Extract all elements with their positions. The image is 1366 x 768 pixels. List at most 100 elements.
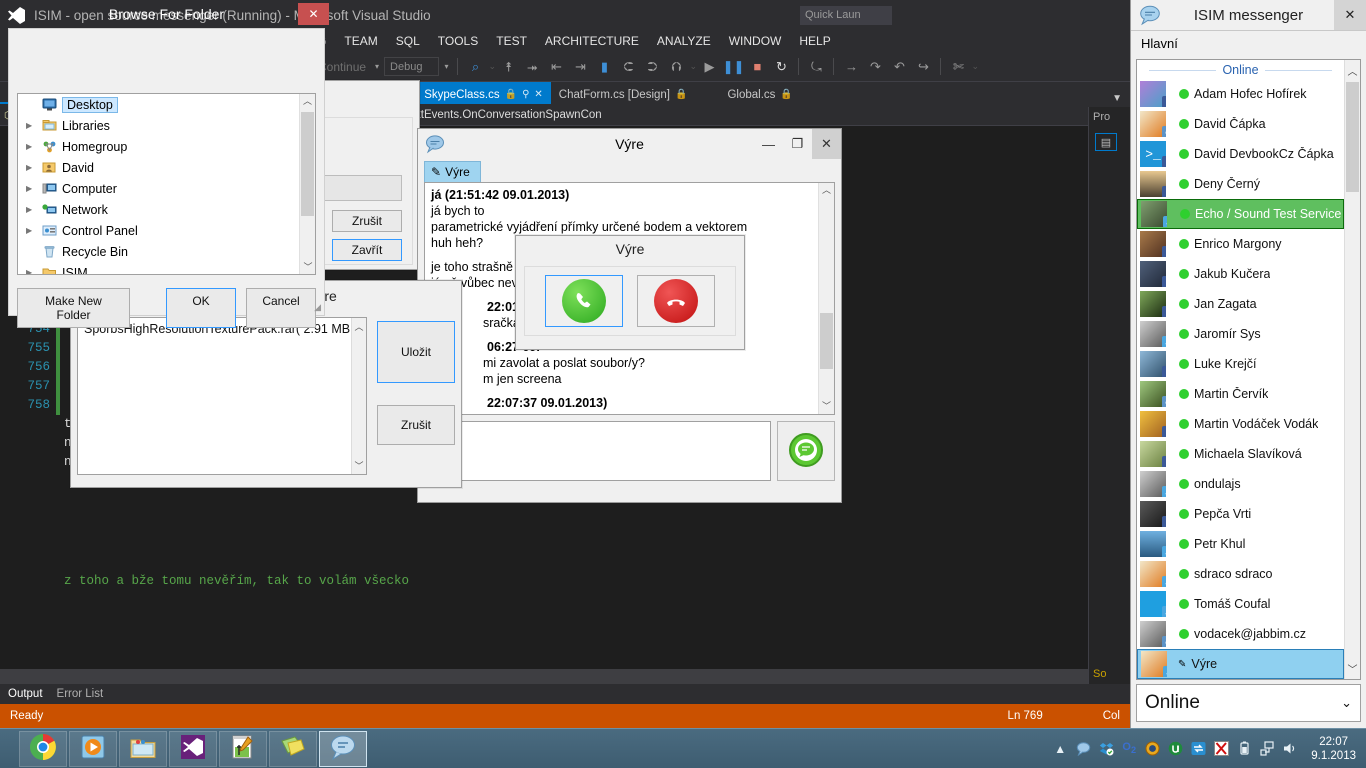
next-bookmark-icon[interactable]: ⮊ xyxy=(641,56,663,78)
isim-tab-hlavni[interactable]: Hlavní xyxy=(1141,36,1178,51)
taskbar-chrome-button[interactable] xyxy=(19,730,67,767)
incoming-list-scrollbar[interactable]: ︿ ﹀ xyxy=(351,318,366,474)
taskbar-clock[interactable]: 22:07 9.1.2013 xyxy=(1305,735,1356,763)
isim-contact-list[interactable]: Online f Adam Hofec Hofírek ☻ David Čápk… xyxy=(1137,60,1344,679)
browse-cancel-button[interactable]: Cancel xyxy=(246,288,316,328)
expander-icon[interactable]: ▶ xyxy=(26,184,36,193)
quick-launch-box[interactable]: Quick Laun xyxy=(800,6,892,25)
contact-row[interactable]: >_f David DevbookCz Čápka xyxy=(1137,139,1344,169)
contact-row[interactable]: f Deny Černý xyxy=(1137,169,1344,199)
chat-message-input[interactable] xyxy=(424,421,771,481)
restart-debugging-icon[interactable]: ↻ xyxy=(770,56,792,78)
antivirus-icon[interactable] xyxy=(1144,741,1160,757)
tree-item-network[interactable]: ▶ Network xyxy=(18,199,315,220)
config-caret-icon[interactable]: ▾ xyxy=(441,62,451,71)
tab-global-cs[interactable]: Global.cs 🔒 xyxy=(719,82,800,104)
start-debug-icon[interactable]: ▶ xyxy=(698,56,720,78)
resize-grip-icon[interactable]: ◢ xyxy=(314,302,321,313)
expander-icon[interactable]: ▶ xyxy=(26,121,36,130)
taskbar-notepad-pp-button[interactable] xyxy=(219,730,267,767)
contact-row-selected[interactable]: S Echo / Sound Test Service xyxy=(1137,199,1344,229)
sync-icon[interactable] xyxy=(1190,741,1206,757)
folder-tree[interactable]: Desktop ▶ Libraries ▶ Homegroup ▶ David … xyxy=(17,93,316,275)
chat-close-button[interactable]: ✕ xyxy=(812,129,841,159)
contact-row[interactable]: ☻ vodacek@jabbim.cz xyxy=(1137,619,1344,649)
tab-chatform-design[interactable]: ChatForm.cs [Design] 🔒 xyxy=(551,82,696,104)
taskbar-isim-button[interactable] xyxy=(319,730,367,767)
pin-icon[interactable]: 🔒 xyxy=(505,89,517,100)
contact-row[interactable]: S ondulajs xyxy=(1137,469,1344,499)
incoming-files-list[interactable]: SporbsHighResolutionTexturePack.rar( 2.9… xyxy=(77,317,367,475)
network-tray-icon[interactable] xyxy=(1259,741,1275,757)
tab-skypeclass-cs[interactable]: SkypeClass.cs 🔒 ⚲ ✕ xyxy=(416,82,551,104)
tree-item-isim[interactable]: ▶ ISIM xyxy=(18,262,315,274)
pin-icon[interactable]: 🔒 xyxy=(780,89,792,100)
tree-scroll-up-icon[interactable]: ︿ xyxy=(300,94,315,107)
tree-scroll-thumb[interactable] xyxy=(301,112,314,216)
solution-explorer-icon[interactable]: ▤ xyxy=(1095,133,1117,151)
tree-item-recycle-bin[interactable]: Recycle Bin xyxy=(18,241,315,262)
menu-analyze[interactable]: ANALYZE xyxy=(648,32,720,50)
contact-list-scrollbar[interactable]: ︿ ﹀ xyxy=(1344,60,1360,679)
menu-test[interactable]: TEST xyxy=(487,32,536,50)
step-into-icon[interactable]: → xyxy=(840,56,862,78)
browse-ok-button[interactable]: OK xyxy=(166,288,236,328)
taskbar-visual-studio-button[interactable] xyxy=(169,730,217,767)
contact-row[interactable]: f Martin Vodáček Vodák xyxy=(1137,409,1344,439)
chat-log-scrollbar[interactable]: ︿ ﹀ xyxy=(818,183,834,414)
chat-minimize-button[interactable]: — xyxy=(754,129,783,159)
tab-output[interactable]: Output xyxy=(8,688,43,700)
contact-row-selected-vyre[interactable]: S ✎ Výre xyxy=(1137,649,1344,679)
tree-item-homegroup[interactable]: ▶ Homegroup xyxy=(18,136,315,157)
contact-row[interactable]: f Luke Krejčí xyxy=(1137,349,1344,379)
menu-sql[interactable]: SQL xyxy=(387,32,429,50)
contact-row[interactable]: f Michaela Slavíková xyxy=(1137,439,1344,469)
chat-scroll-down-icon[interactable]: ﹀ xyxy=(819,399,834,412)
chat-scroll-up-icon[interactable]: ︿ xyxy=(819,183,834,196)
step-out-icon[interactable]: ↶ xyxy=(888,56,910,78)
battery-icon[interactable] xyxy=(1236,741,1252,757)
editor-horizontal-scrollbar[interactable]: ▶ xyxy=(0,669,1130,684)
contact-row[interactable]: f Enrico Margony xyxy=(1137,229,1344,259)
reject-call-button[interactable] xyxy=(637,275,715,327)
contact-row[interactable]: ☻ Martin Červík xyxy=(1137,379,1344,409)
menu-help[interactable]: HELP xyxy=(790,32,839,50)
taskbar-sticky-notes-button[interactable] xyxy=(269,730,317,767)
pin-icon[interactable]: 🔒 xyxy=(675,89,687,100)
hex-display-icon[interactable]: ✄ xyxy=(947,56,969,78)
decrease-indent-icon[interactable]: ⇤ xyxy=(545,56,567,78)
list-scroll-up-icon[interactable]: ︿ xyxy=(354,320,363,333)
continue-caret-icon[interactable]: ▾ xyxy=(372,62,382,71)
o2-icon[interactable]: O2 xyxy=(1121,741,1137,757)
contact-row[interactable]: S Tomáš Coufal xyxy=(1137,589,1344,619)
contact-row[interactable]: f Adam Hofec Hofírek xyxy=(1137,79,1344,109)
volume-icon[interactable] xyxy=(1282,741,1298,757)
transfer-close-button[interactable]: Zavřít xyxy=(332,239,402,261)
prev-bookmark-icon[interactable]: ⮈ xyxy=(617,56,639,78)
incoming-save-button[interactable]: Uložit xyxy=(377,321,455,383)
toolbar-overflow-2[interactable]: ⌄ xyxy=(689,57,697,77)
contact-row[interactable]: f Jan Zagata xyxy=(1137,289,1344,319)
contact-row[interactable]: S Jaromír Sys xyxy=(1137,319,1344,349)
utorrent-icon[interactable] xyxy=(1167,741,1183,757)
menu-window[interactable]: WINDOW xyxy=(720,32,791,50)
contact-row[interactable]: f Pepča Vrti xyxy=(1137,499,1344,529)
contact-row[interactable]: f Jakub Kučera xyxy=(1137,259,1344,289)
chat-send-button[interactable] xyxy=(777,421,835,481)
comment-selection-icon[interactable]: ⯭ xyxy=(497,56,519,78)
chat-maximize-button[interactable]: ❐ xyxy=(783,129,812,159)
isim-close-button[interactable]: ✕ xyxy=(1334,0,1366,30)
tab-error-list[interactable]: Error List xyxy=(57,688,104,700)
pin-tab-icon[interactable]: ⚲ xyxy=(522,89,529,100)
chat-tab-vyre[interactable]: ✎ Výre xyxy=(424,161,481,182)
build-configuration-combo[interactable]: Debug xyxy=(384,57,440,76)
menu-tools[interactable]: TOOLS xyxy=(429,32,487,50)
incoming-cancel-button[interactable]: Zrušit xyxy=(377,405,455,445)
tree-item-computer[interactable]: ▶ Computer xyxy=(18,178,315,199)
chat-scroll-thumb[interactable] xyxy=(820,313,833,369)
menu-architecture[interactable]: ARCHITECTURE xyxy=(536,32,648,50)
tree-item-desktop[interactable]: Desktop xyxy=(18,94,315,115)
uncomment-selection-icon[interactable]: ⯮ xyxy=(521,56,543,78)
find-icon[interactable]: ⌕ xyxy=(464,56,486,78)
make-new-folder-button[interactable]: Make New Folder xyxy=(17,288,130,328)
